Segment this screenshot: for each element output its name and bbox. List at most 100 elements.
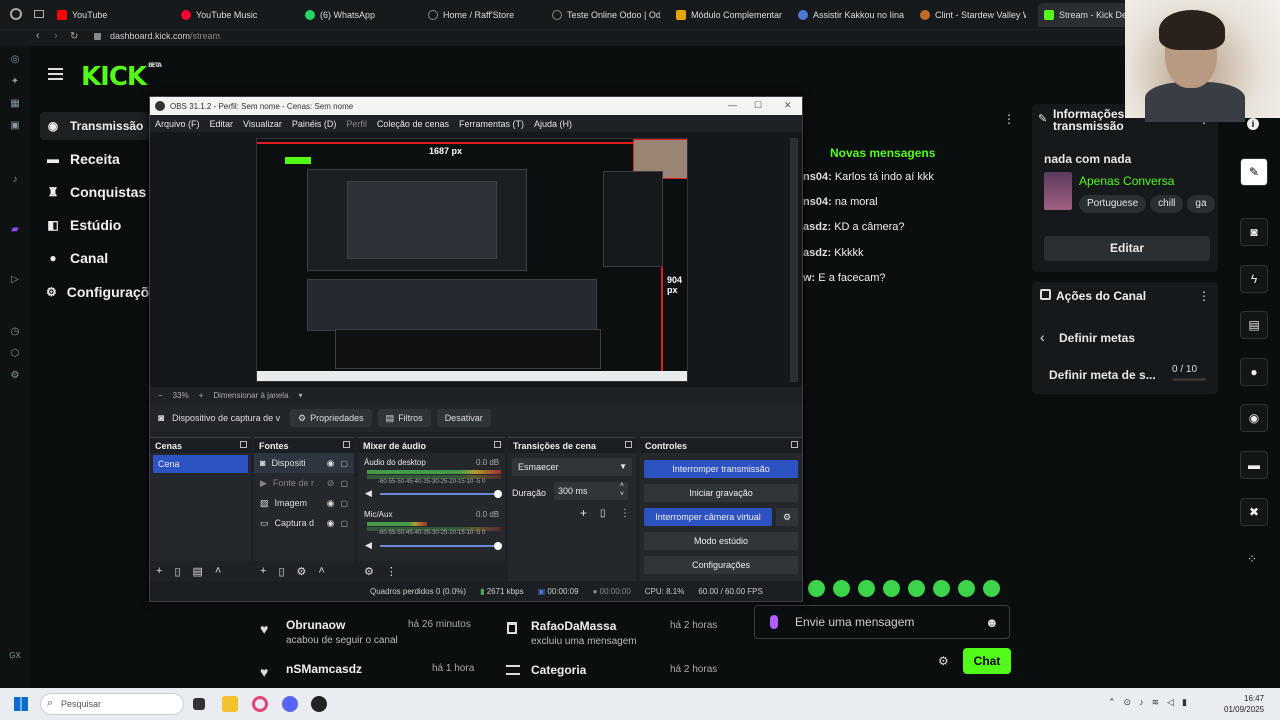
emote-icon[interactable] — [858, 580, 875, 597]
nav-transmissao[interactable]: ◉ Transmissão — [40, 112, 150, 140]
lightning-button[interactable]: ϟ — [1240, 265, 1268, 293]
taskbar-search[interactable]: ⌕ Pesquisar — [40, 693, 184, 715]
lock-icon[interactable]: ▢ — [340, 519, 348, 528]
activity-name[interactable]: Obrunaow — [286, 618, 345, 632]
zoom-in-icon[interactable]: + — [199, 391, 204, 400]
tab-anime[interactable]: Assistir Kakkou no Iinaz — [798, 6, 904, 24]
forward-icon[interactable]: › — [54, 30, 58, 42]
zoom-dropdown-icon[interactable]: ▾ — [299, 391, 303, 400]
tag[interactable]: chill — [1150, 195, 1184, 213]
notes-button[interactable]: ▤ — [1240, 311, 1268, 339]
channel-actions-more-icon[interactable]: ⋮ — [1198, 289, 1210, 303]
undock-icon[interactable] — [343, 441, 350, 448]
tag[interactable]: ga — [1187, 195, 1215, 213]
tab-whatsapp[interactable]: (6) WhatsApp — [305, 6, 415, 24]
activity-name[interactable]: nSMamcasdz — [286, 662, 362, 676]
emote-icon[interactable] — [958, 580, 975, 597]
file-explorer-icon[interactable] — [222, 696, 238, 712]
discord-icon[interactable] — [282, 696, 298, 712]
windows-start-icon[interactable] — [14, 697, 28, 711]
stop-virtual-camera-button[interactable]: Interromper câmera virtual — [644, 508, 772, 526]
menu-perfil[interactable]: Perfil — [346, 119, 367, 129]
trash-icon[interactable]: ▯ — [174, 565, 180, 578]
goal-label[interactable]: Definir meta de s... — [1049, 368, 1156, 382]
tag[interactable]: Portuguese — [1079, 195, 1147, 213]
speaker-icon[interactable]: ◀ — [365, 540, 372, 551]
menu-paineis[interactable]: Painéis (D) — [292, 119, 337, 129]
extensions-icon[interactable]: ⬡ — [9, 348, 21, 360]
emote-icon[interactable] — [883, 580, 900, 597]
up-icon[interactable]: ˄ — [215, 565, 221, 577]
back-icon[interactable]: ‹ — [1040, 329, 1045, 345]
emoji-icon[interactable]: ☻ — [985, 615, 999, 630]
add-icon[interactable]: + — [156, 565, 162, 577]
menu-editar[interactable]: Editar — [210, 119, 234, 129]
nav-conquistas[interactable]: ♜ Conquistas — [40, 178, 150, 206]
gear-icon[interactable]: ⚙ — [364, 565, 374, 578]
new-messages-banner[interactable]: Novas mensagens — [830, 146, 935, 160]
menu-ajuda[interactable]: Ajuda (H) — [534, 119, 572, 129]
camera-button[interactable]: ◙ — [1240, 218, 1268, 246]
source-item[interactable]: ▭ Captura d ◉ ▢ — [254, 513, 354, 533]
studio-mode-button[interactable]: Modo estúdio — [644, 532, 798, 550]
tab-raffstore[interactable]: Home / Raff'Store — [428, 6, 538, 24]
close-icon[interactable]: ✕ — [784, 100, 792, 111]
gx-control-icon[interactable]: ▦ — [9, 98, 21, 110]
bookmark-icon[interactable]: ✦ — [9, 76, 21, 88]
opera-menu-icon[interactable] — [10, 8, 22, 20]
tab-manager-icon[interactable] — [34, 10, 44, 18]
emote-icon[interactable] — [833, 580, 850, 597]
integrations-icon[interactable]: ⁘ — [1247, 552, 1257, 566]
tab-odoo[interactable]: Teste Online Odoo | Od — [552, 6, 660, 24]
tab-modulo[interactable]: Módulo Complementar — [676, 6, 784, 24]
source-item[interactable]: ▨ Imagem ◉ ▢ — [254, 493, 354, 513]
chat-send-button[interactable]: Chat — [963, 648, 1011, 674]
url-field[interactable]: dashboard.kick.com/stream — [110, 31, 220, 41]
edit-pencil-button[interactable]: ✎ — [1240, 158, 1268, 186]
system-tray-icons[interactable]: ⌃⊙♪≋◁▮ — [1108, 697, 1195, 708]
undock-icon[interactable] — [791, 441, 798, 448]
undock-icon[interactable] — [240, 441, 247, 448]
properties-button[interactable]: ⚙ Propriedades — [290, 409, 372, 427]
virtual-camera-settings-button[interactable]: ⚙ — [776, 508, 798, 526]
tiktok-icon[interactable]: ♪ — [9, 174, 21, 186]
messenger-icon[interactable]: ▣ — [9, 120, 21, 132]
more-icon[interactable]: ⋮ — [386, 565, 397, 578]
trash-icon[interactable]: ▯ — [278, 565, 284, 578]
chat-more-icon[interactable]: ⋮ — [1003, 112, 1015, 126]
settings-button[interactable]: Configurações — [644, 556, 798, 574]
filter-icon[interactable]: ▤ — [193, 565, 203, 578]
source-item[interactable]: ▶ Fonte de r ⊘ ▢ — [254, 473, 354, 493]
edit-button[interactable]: Editar — [1044, 236, 1210, 261]
tab-youtube-music[interactable]: YouTube Music — [181, 6, 291, 24]
goals-back-link[interactable]: Definir metas — [1059, 331, 1135, 345]
taskbar-clock[interactable]: 16:47 01/09/2025 — [1224, 693, 1264, 715]
undock-icon[interactable] — [625, 441, 632, 448]
tab-stardew[interactable]: Clint - Stardew Valley W — [920, 6, 1026, 24]
stepper-icon[interactable]: ˄ ˅ — [620, 481, 624, 499]
info-icon[interactable]: i — [1247, 118, 1259, 130]
chat-settings-icon[interactable]: ⚙ — [938, 654, 949, 668]
eye-icon[interactable]: ◉ — [327, 518, 335, 529]
reload-icon[interactable]: ↻ — [70, 31, 78, 42]
nav-estudio[interactable]: ◧ Estúdio — [40, 211, 150, 239]
lock-icon[interactable]: ▢ — [340, 459, 348, 468]
opera-gx-icon[interactable] — [252, 696, 268, 712]
menu-ferramentas[interactable]: Ferramentas (T) — [459, 119, 524, 129]
menu-arquivo[interactable]: Arquivo (F) — [155, 119, 200, 129]
deactivate-button[interactable]: Desativar — [436, 409, 491, 427]
obs-preview[interactable]: 1687 px 904 px — [150, 132, 802, 387]
emote-icon[interactable] — [808, 580, 825, 597]
history-icon[interactable]: ◷ — [9, 326, 21, 338]
scene-item[interactable]: Cena — [153, 455, 248, 473]
add-icon[interactable]: + — [260, 565, 266, 577]
task-view-icon[interactable] — [193, 698, 205, 710]
menu-colecao[interactable]: Coleção de cenas — [377, 119, 449, 129]
menu-icon[interactable] — [48, 68, 63, 80]
preview-scrollbar[interactable] — [790, 138, 798, 382]
nav-configuracoes[interactable]: ⚙ Configurações — [40, 278, 165, 306]
tab-kick-stream[interactable]: Stream - Kick Des — [1038, 3, 1128, 27]
chat-input[interactable]: Envie uma mensagem ☻ — [754, 605, 1010, 639]
maximize-icon[interactable]: ☐ — [754, 100, 762, 111]
filters-button[interactable]: ▤ Filtros — [377, 409, 431, 427]
